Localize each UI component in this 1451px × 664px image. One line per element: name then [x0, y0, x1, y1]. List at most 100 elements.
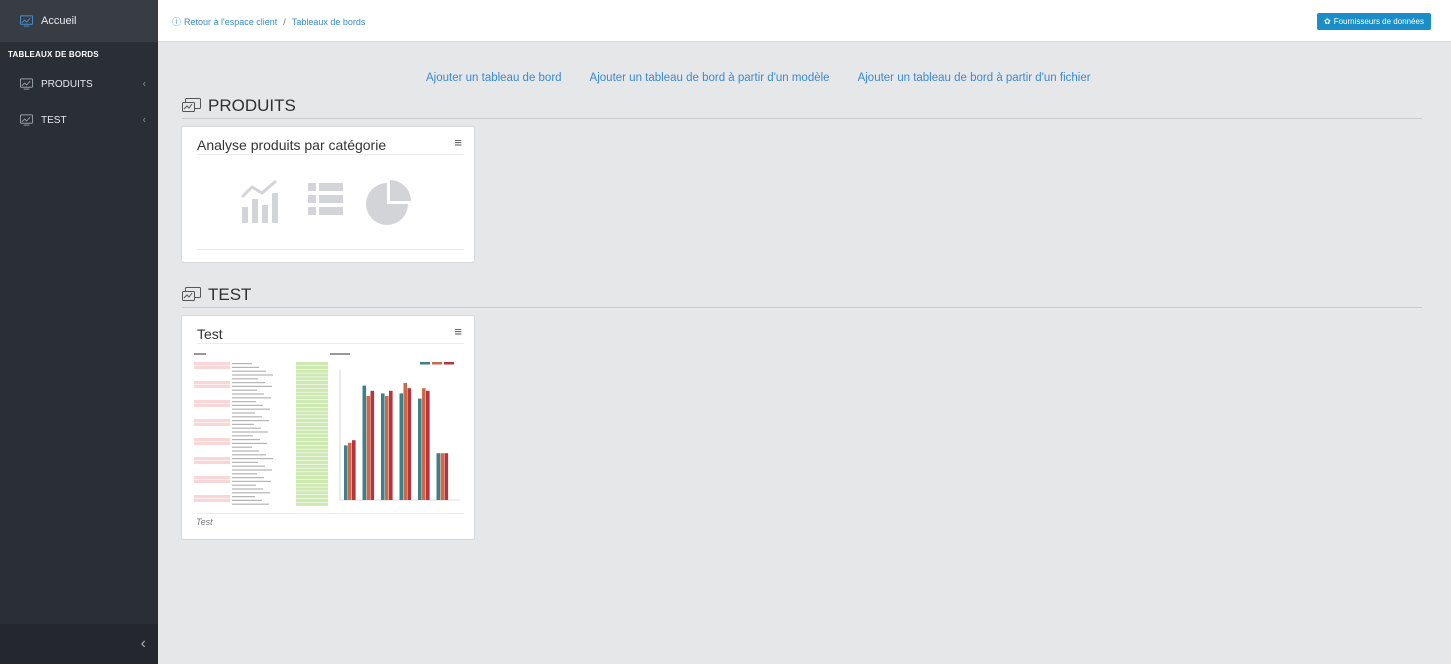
sidebar: Accueil TABLEAUX DE BORDS PRODUITS ‹ TES…	[0, 0, 158, 664]
line-bar-chart-icon	[240, 179, 278, 223]
thumbnail-table-text	[232, 488, 263, 490]
thumbnail-bar	[418, 398, 422, 500]
thumbnail-table-text	[232, 382, 265, 384]
pie-chart-icon	[366, 180, 411, 225]
sidebar-item-produits[interactable]: PRODUITS ‹	[0, 66, 158, 102]
dashboard-icon	[20, 15, 33, 27]
thumbnail-table-cell	[194, 453, 230, 457]
thumbnail-table-cell	[296, 430, 328, 434]
thumbnail-table-text	[232, 446, 252, 448]
thumbnail-bar	[440, 453, 445, 500]
thumbnail-table-cell	[194, 396, 230, 400]
thumbnail-table-cell	[194, 468, 230, 472]
thumbnail-table-cell	[296, 373, 328, 377]
data-providers-label: Fournisseurs de données	[1333, 17, 1424, 26]
thumbnail-table-cell	[194, 426, 230, 430]
thumbnail-bar	[352, 440, 356, 500]
add-dashboard-from-template-link[interactable]: Ajouter un tableau de bord à partir d'un…	[590, 72, 830, 84]
thumbnail-table-cell	[296, 403, 328, 407]
thumbnail-legend-entry	[444, 362, 454, 365]
thumbnail-table	[194, 353, 328, 506]
thumbnail-table-cell	[296, 498, 328, 502]
thumbnail-table-cell	[194, 464, 230, 468]
thumbnail-legend-entry	[432, 362, 442, 365]
thumbnail-table-cell	[296, 445, 328, 449]
thumbnail-table-cell	[296, 396, 328, 400]
thumbnail-table-cell	[296, 495, 328, 499]
thumbnail-bar	[422, 388, 426, 500]
thumbnail-table-cell	[194, 362, 230, 366]
hamburger-menu-icon[interactable]: ≡	[454, 324, 462, 339]
sidebar-item-home[interactable]: Accueil	[0, 0, 158, 42]
dashboard-icon	[20, 114, 33, 126]
thumbnail-bar	[348, 442, 352, 500]
add-dashboard-from-file-link[interactable]: Ajouter un tableau de bord à partir d'un…	[858, 72, 1091, 84]
sidebar-collapse-button[interactable]: ‹	[0, 624, 158, 664]
dashboard-card-test[interactable]: Test ≡ Test	[181, 315, 475, 540]
thumbnail-table-text	[232, 393, 264, 395]
thumbnail-table-cell	[194, 498, 230, 502]
breadcrumb-separator: /	[283, 16, 286, 27]
thumbnail-table-text	[232, 401, 256, 403]
thumbnail-table-cell	[194, 479, 230, 483]
thumbnail-table-cell	[194, 422, 230, 426]
dashboard-thumbnail	[194, 353, 460, 506]
data-providers-button[interactable]: ✿ Fournisseurs de données	[1317, 13, 1431, 30]
thumbnail-table-cell	[296, 441, 328, 445]
thumbnail-bar	[385, 396, 389, 500]
sidebar-item-label: TEST	[41, 114, 67, 126]
top-bar: ⓘ Retour à l'espace client / Tableaux de…	[158, 0, 1451, 42]
thumbnail-table-cell	[296, 453, 328, 457]
thumbnail-table-text	[232, 363, 252, 365]
thumbnail-table-cell	[194, 400, 230, 404]
card-title: Analyse produits par catégorie	[197, 137, 387, 153]
thumbnail-table-text	[232, 427, 261, 429]
thumbnail-table-text	[232, 477, 264, 479]
dashboard-card-analyse-produits[interactable]: Analyse produits par catégorie ≡	[181, 126, 475, 263]
thumbnail-table-cell	[296, 362, 328, 366]
back-circle-icon: ⓘ	[172, 17, 182, 27]
thumbnail-table-cell	[296, 384, 328, 388]
breadcrumb-current-link[interactable]: Tableaux de bords	[292, 17, 366, 27]
thumbnail-table-text	[232, 385, 272, 387]
hamburger-menu-icon[interactable]: ≡	[454, 135, 462, 150]
thumbnail-bar	[344, 445, 348, 500]
thumbnail-table-cell	[296, 449, 328, 453]
thumbnail-table-cell	[296, 381, 328, 385]
section-title-label: TEST	[208, 285, 252, 304]
section-title-label: PRODUITS	[208, 96, 296, 115]
dashboard-icon	[182, 287, 201, 301]
thumbnail-table-cell	[296, 377, 328, 381]
thumbnail-bar	[403, 383, 408, 500]
thumbnail-bar	[407, 388, 412, 500]
dashboard-actions: Ajouter un tableau de bord Ajouter un ta…	[426, 72, 1091, 84]
thumbnail-table-cell	[296, 388, 328, 392]
thumbnail-table-text	[232, 465, 265, 467]
thumbnail-table-cell	[296, 457, 328, 461]
thumbnail-bar	[444, 453, 449, 500]
thumbnail-table-cell	[194, 487, 230, 491]
thumbnail-table-cell	[296, 491, 328, 495]
card-description: Test	[196, 517, 213, 527]
thumbnail-table-cell	[194, 441, 230, 445]
thumbnail-table-cell	[296, 468, 328, 472]
sidebar-item-test[interactable]: TEST ‹	[0, 102, 158, 138]
thumbnail-table-cell	[296, 479, 328, 483]
thumbnail-table-cell	[194, 445, 230, 449]
thumbnail-table-cell	[194, 491, 230, 495]
add-dashboard-link[interactable]: Ajouter un tableau de bord	[426, 72, 562, 84]
thumbnail-table-text	[232, 431, 268, 433]
card-divider	[197, 343, 464, 344]
thumbnail-table-cell	[296, 407, 328, 411]
thumbnail-table-cell	[296, 365, 328, 369]
thumbnail-table-cell	[194, 438, 230, 442]
breadcrumb-back-link[interactable]: Retour à l'espace client	[184, 17, 277, 27]
thumbnail-table-cell	[296, 392, 328, 396]
thumbnail-table-cell	[194, 373, 230, 377]
thumbnail-table-cell	[296, 369, 328, 373]
sidebar-section-title: TABLEAUX DE BORDS	[8, 49, 99, 59]
thumbnail-table-text	[232, 435, 253, 437]
thumbnail-table-text	[232, 480, 271, 482]
thumbnail-bar	[381, 393, 385, 500]
thumbnail-table-text	[232, 461, 258, 463]
